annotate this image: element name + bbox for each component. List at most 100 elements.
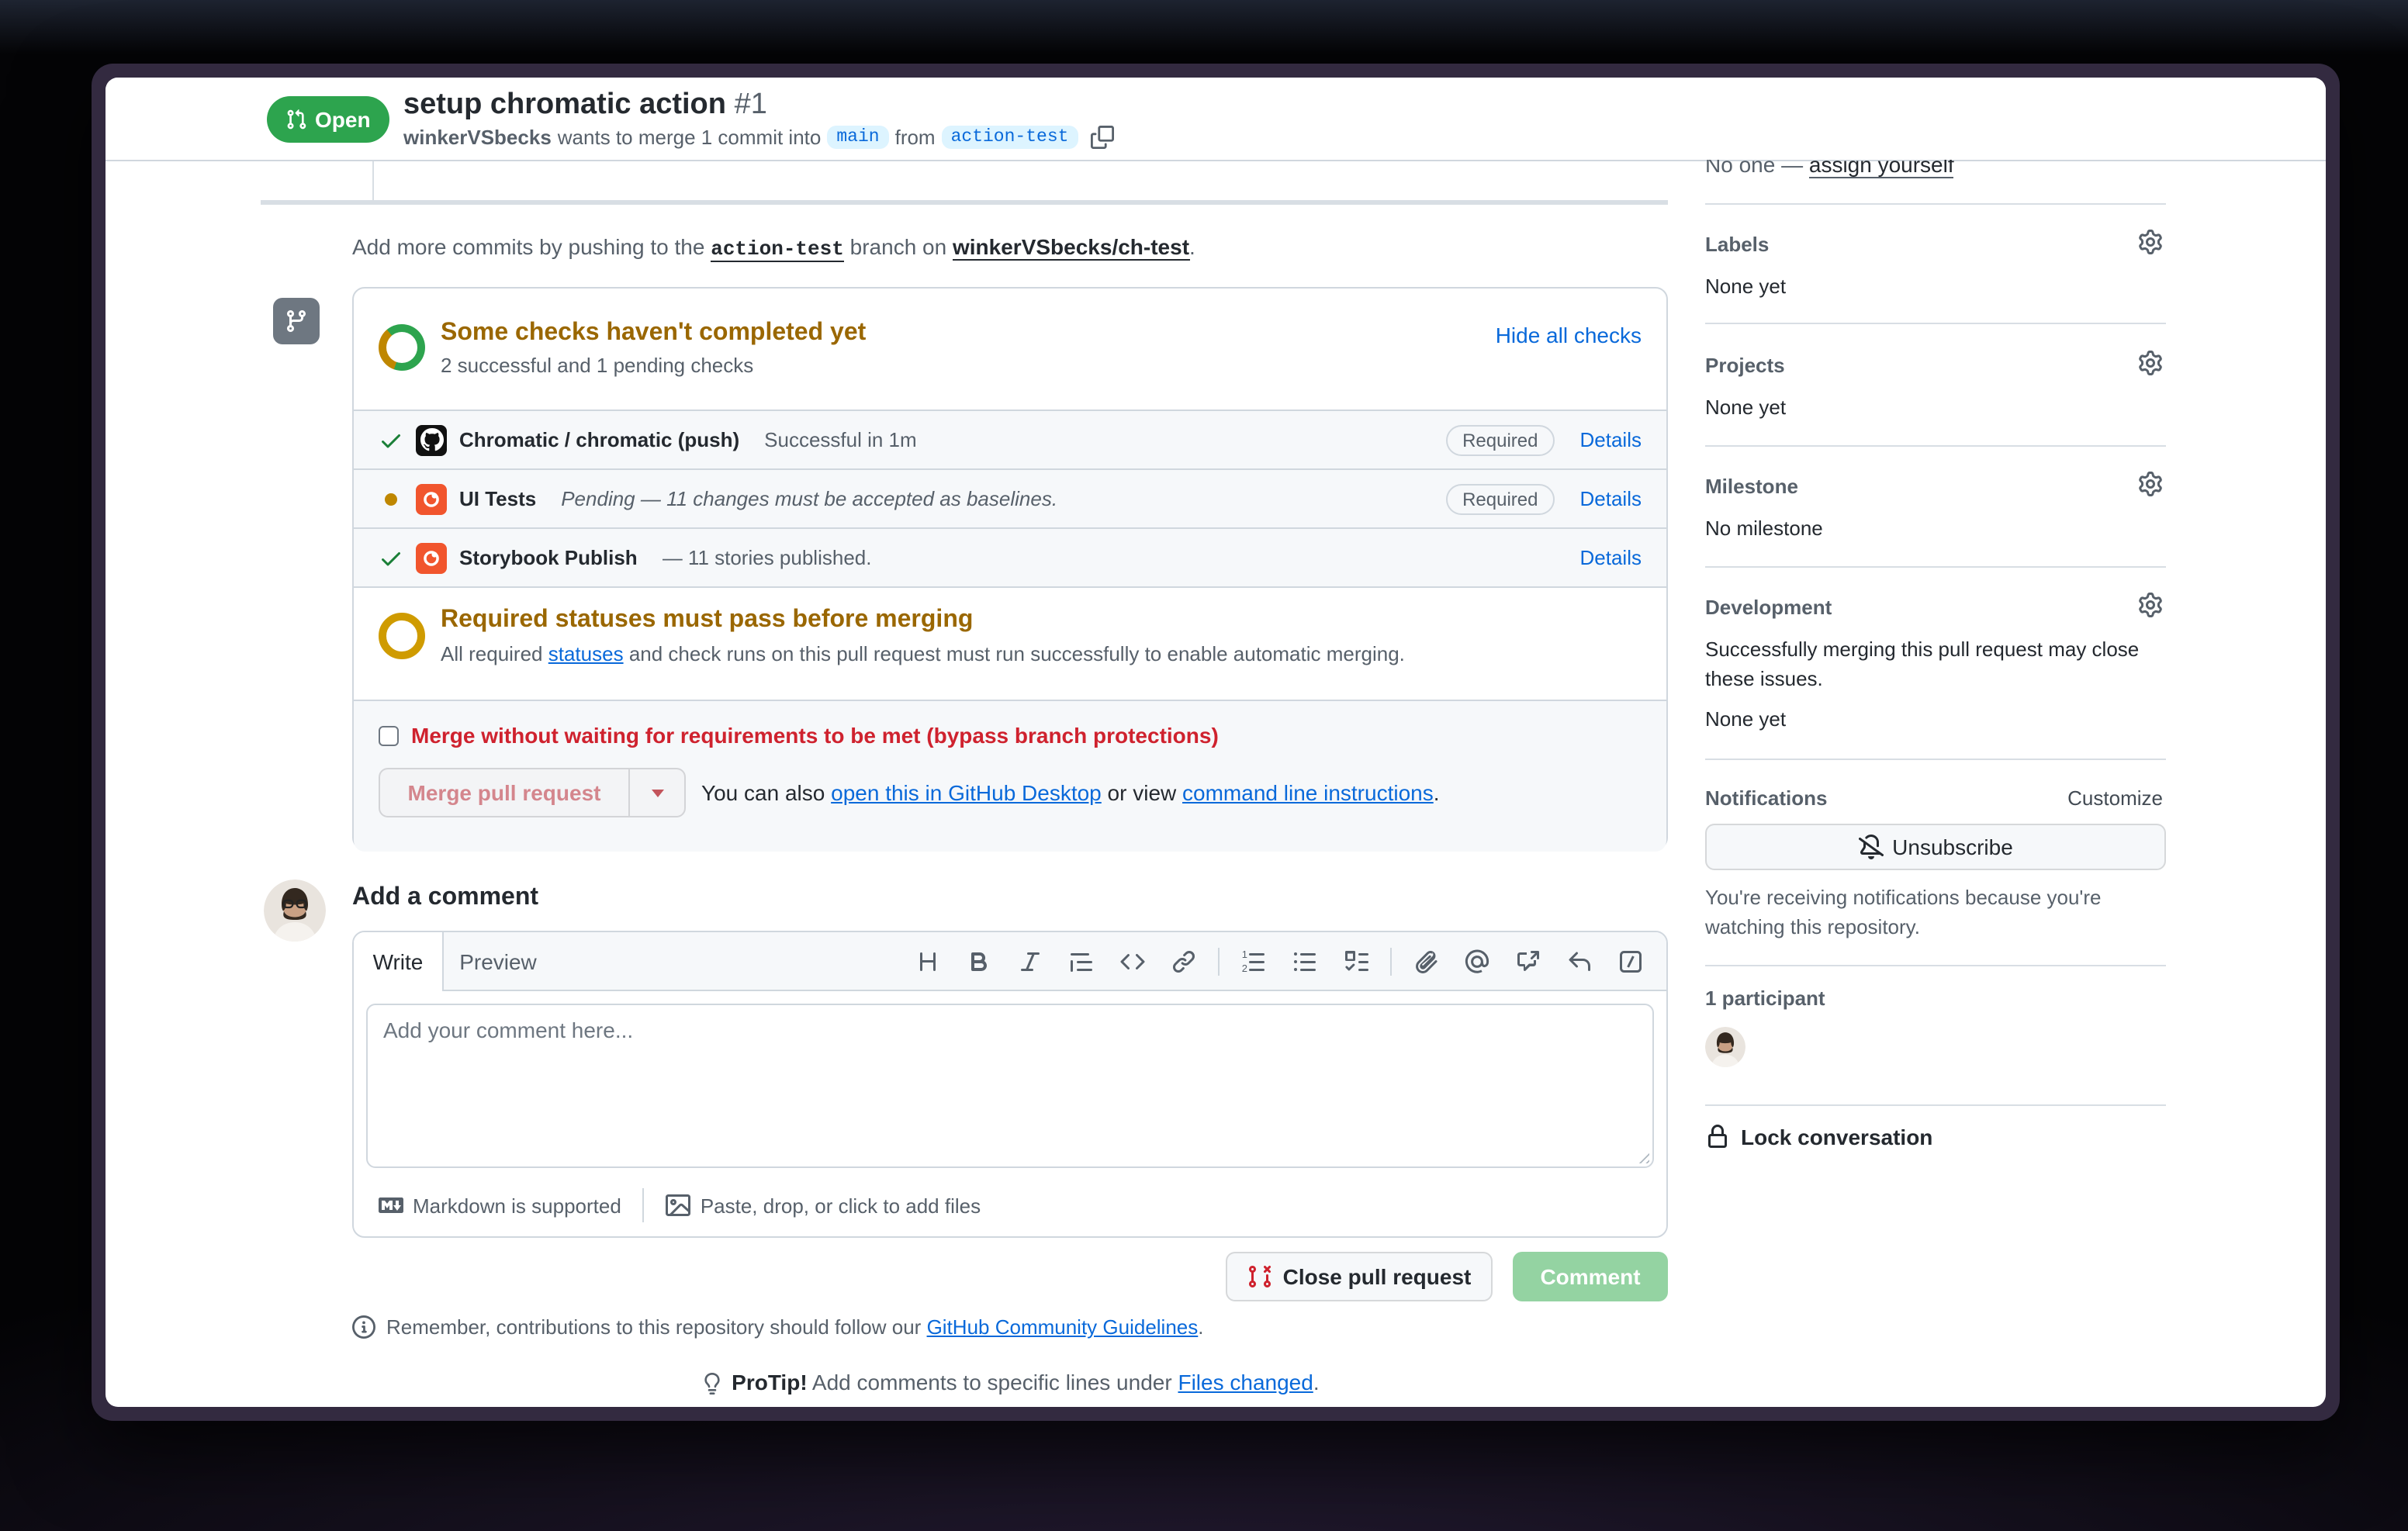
required-body: All required statuses and check runs on … (441, 642, 1405, 665)
check-status: Successful in 1m (764, 428, 917, 451)
sidebar-heading-labels: Labels (1705, 233, 1770, 256)
light-bulb-icon (704, 1373, 719, 1394)
details-link[interactable]: Details (1580, 487, 1642, 510)
comment-input-wrap (366, 1004, 1654, 1168)
slash-command-icon[interactable] (1611, 942, 1651, 982)
task-list-icon[interactable] (1336, 942, 1376, 982)
check-row: UI Tests Pending — 11 changes must be ac… (354, 468, 1666, 527)
command-line-link[interactable]: command line instructions (1182, 780, 1434, 805)
lock-conversation-button[interactable]: Lock conversation (1705, 1125, 1932, 1149)
comment-button[interactable]: Comment (1513, 1252, 1668, 1301)
checks-title: Some checks haven't completed yet (441, 320, 867, 346)
protip-note: ProTip! Add comments to specific lines u… (352, 1370, 1668, 1394)
base-branch-pill[interactable]: main (827, 126, 889, 149)
chevron-down-icon (651, 789, 663, 797)
link-icon[interactable] (1164, 942, 1204, 982)
pr-header: Open setup chromatic action #1 winkerVSb… (106, 78, 2326, 161)
github-desktop-link[interactable]: open this in GitHub Desktop (831, 780, 1102, 805)
development-value: None yet (1705, 707, 1787, 731)
development-body: Successfully merging this pull request m… (1705, 638, 2140, 690)
check-name[interactable]: UI Tests (459, 487, 536, 510)
repo-link[interactable]: winkerVSbecks/ch-test (953, 234, 1190, 261)
guidelines-link[interactable]: GitHub Community Guidelines (927, 1315, 1199, 1339)
git-pull-request-closed-icon (1248, 1265, 1271, 1288)
files-changed-link[interactable]: Files changed (1178, 1370, 1313, 1394)
tab-write[interactable]: Write (354, 932, 444, 991)
check-status: — 11 stories published. (662, 546, 872, 569)
sidebar-divider (1705, 566, 2166, 568)
sidebar-divider (1705, 965, 2166, 966)
pr-author[interactable]: winkerVSbecks (403, 126, 552, 149)
unsubscribe-button[interactable]: Unsubscribe (1705, 824, 2166, 870)
merge-pull-request-button[interactable]: Merge pull request (380, 769, 628, 816)
quote-icon[interactable] (1061, 942, 1102, 982)
markdown-toolbar: 12 (908, 932, 1651, 991)
checks-subtitle: 2 successful and 1 pending checks (441, 354, 754, 377)
head-branch-pill[interactable]: action-test (941, 126, 1078, 149)
info-icon (352, 1315, 375, 1339)
heading-icon[interactable] (908, 942, 948, 982)
sidebar-divider (1705, 1104, 2166, 1106)
comment-tabs: Write Preview 12 (354, 932, 1666, 991)
gear-icon[interactable] (2138, 230, 2163, 254)
community-guidelines-note: Remember, contributions to this reposito… (352, 1315, 1204, 1339)
tab-preview[interactable]: Preview (444, 932, 552, 990)
check-name[interactable]: Storybook Publish (459, 546, 638, 569)
merge-options-dropdown[interactable] (628, 769, 684, 816)
check-status: Pending — 11 changes must be accepted as… (561, 487, 1058, 510)
merge-actions-section: Merge without waiting for requirements t… (354, 700, 1666, 852)
github-app-icon (416, 424, 447, 455)
notifications-note: You're receiving notifications because y… (1705, 886, 2102, 938)
gear-icon[interactable] (2138, 472, 2163, 496)
merge-row: Merge pull request You can also open thi… (379, 768, 1642, 817)
sidebar-divider (1705, 203, 2166, 205)
numbered-list-icon[interactable]: 12 (1233, 942, 1274, 982)
sidebar-heading-development: Development (1705, 596, 1832, 619)
paste-drop-files[interactable]: Paste, drop, or click to add files (666, 1193, 981, 1218)
mention-icon[interactable] (1457, 942, 1497, 982)
timeline-cut-divider (372, 161, 374, 202)
desktop: Open setup chromatic action #1 winkerVSb… (0, 0, 2408, 1531)
checks-summary: Some checks haven't completed yet 2 succ… (354, 289, 1666, 410)
hide-all-checks-link[interactable]: Hide all checks (1496, 323, 1642, 347)
gear-icon[interactable] (2138, 351, 2163, 375)
required-title: Required statuses must pass before mergi… (441, 607, 974, 633)
required-badge: Required (1445, 424, 1555, 455)
details-link[interactable]: Details (1580, 428, 1642, 451)
reply-icon[interactable] (1559, 942, 1600, 982)
attach-file-icon[interactable] (1406, 942, 1446, 982)
check-row: Chromatic / chromatic (push) Successful … (354, 410, 1666, 468)
git-branch-icon (273, 298, 320, 344)
cross-reference-icon[interactable] (1508, 942, 1548, 982)
customize-link[interactable]: Customize (2067, 786, 2163, 810)
statuses-link[interactable]: statuses (548, 642, 624, 665)
check-name[interactable]: Chromatic / chromatic (push) (459, 428, 739, 451)
avatar[interactable] (1705, 1027, 1745, 1067)
comment-input[interactable] (366, 1004, 1654, 1168)
pr-title: setup chromatic action #1 (403, 88, 767, 121)
avatar[interactable] (264, 880, 326, 942)
copy-icon[interactable] (1090, 126, 1114, 149)
close-pull-request-button[interactable]: Close pull request (1226, 1252, 1493, 1301)
bullet-list-icon[interactable] (1285, 942, 1325, 982)
pr-state-label: Open (315, 107, 371, 132)
participants-heading: 1 participant (1705, 987, 1825, 1010)
check-pending-icon (379, 486, 403, 511)
italic-icon[interactable] (1010, 942, 1050, 982)
add-comment-heading: Add a comment (352, 884, 539, 911)
details-link[interactable]: Details (1580, 546, 1642, 569)
toolbar-divider (1390, 948, 1392, 976)
pr-state-badge: Open (267, 96, 389, 143)
markdown-supported[interactable]: Markdown is supported (379, 1193, 621, 1218)
timeline-cut-border (261, 200, 1668, 205)
code-icon[interactable] (1112, 942, 1153, 982)
gear-icon[interactable] (2138, 593, 2163, 617)
assign-yourself-link[interactable]: assign yourself (1808, 160, 1954, 178)
bold-icon[interactable] (959, 942, 999, 982)
branch-link[interactable]: action-test (711, 237, 844, 262)
bypass-checkbox[interactable] (379, 725, 399, 745)
check-success-icon (379, 427, 403, 452)
merge-status-box: Some checks haven't completed yet 2 succ… (352, 287, 1668, 852)
sidebar-heading-projects: Projects (1705, 354, 1785, 377)
comment-actions: Close pull request Comment (352, 1252, 1668, 1301)
